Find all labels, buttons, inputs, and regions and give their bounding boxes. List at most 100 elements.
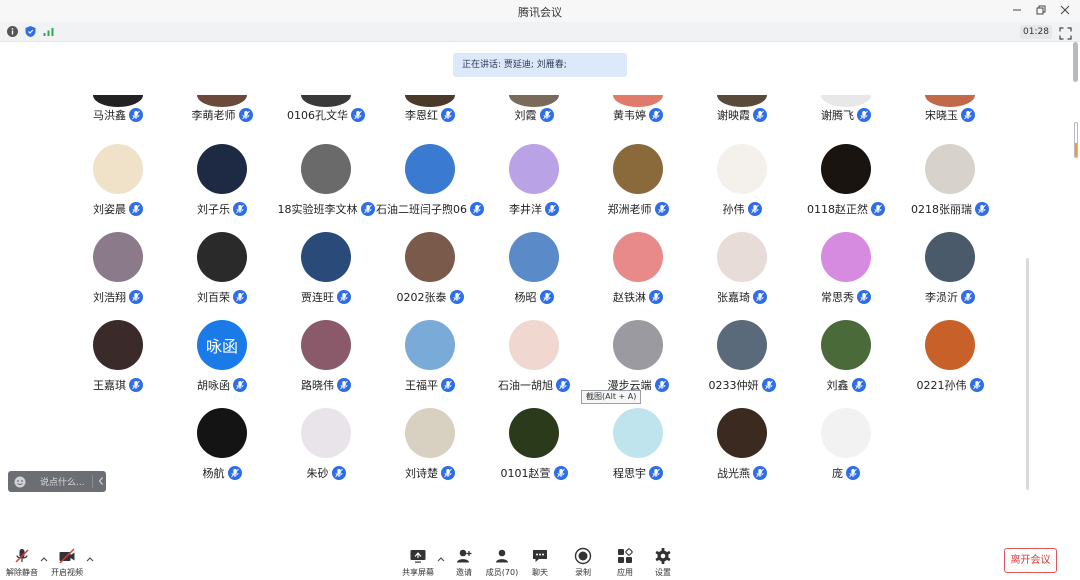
share-screen-button[interactable]: 共享屏幕 (398, 547, 438, 577)
participant-tile[interactable]: 咏函 胡咏函 (170, 320, 274, 406)
participant-name-row: 18实验班李文林 (274, 201, 378, 217)
participant-name: 刘鑫 (826, 379, 849, 392)
chevron-left-icon[interactable] (97, 476, 105, 486)
participant-tile[interactable]: 石油一胡旭 (482, 320, 586, 406)
participant-grid: 马洪鑫 李萌老师 0106孔文华 李恩红 刘霞 黄韦婷 谢映霞 谢腾飞 宋晓玉 刘姿晨 刘子乐 18实… (0, 0, 1080, 580)
participant-name: 胡咏函 (197, 379, 230, 392)
participant-tile[interactable]: 张嘉琦 (690, 232, 794, 318)
participant-tile[interactable]: 0101赵萱 (482, 408, 586, 494)
participant-tile[interactable]: 0218张丽瑞 (898, 144, 1002, 230)
mic-icon (753, 290, 767, 304)
participant-tile[interactable]: 石油二班闫子煦06 (376, 144, 484, 230)
chevron-up-icon[interactable] (86, 556, 94, 562)
participant-name: 常思秀 (821, 291, 854, 304)
apps-button[interactable]: 应用 (605, 547, 645, 577)
avatar (613, 95, 663, 107)
participant-tile[interactable]: 孙伟 (690, 144, 794, 230)
settings-button[interactable]: 设置 (643, 547, 683, 577)
participant-tile[interactable]: 路晓伟 (274, 320, 378, 406)
unmute-label: 解除静音 (6, 568, 38, 577)
participant-name-row: 朱砂 (274, 465, 378, 481)
chat-input[interactable]: 说点什么... (8, 471, 106, 492)
participant-tile[interactable]: 程思宇 (586, 408, 690, 494)
participant-tile[interactable]: 杨昭 (482, 232, 586, 318)
avatar (717, 144, 767, 194)
mic-icon (337, 378, 351, 392)
participant-name-row: 李涢沂 (898, 289, 1002, 305)
unmute-button[interactable]: 解除静音 (2, 547, 42, 577)
participant-name-row: 刘霞 (482, 107, 586, 123)
grid-scrollbar[interactable] (1026, 258, 1029, 490)
video-off-icon (58, 547, 76, 565)
emoji-icon[interactable] (14, 476, 26, 488)
participant-tile[interactable]: 刘百荣 (170, 232, 274, 318)
avatar (405, 144, 455, 194)
mic-icon (961, 290, 975, 304)
start-video-button[interactable]: 开启视频 (47, 547, 87, 577)
participant-name-row: 庞 (794, 465, 898, 481)
avatar (821, 408, 871, 458)
participant-tile[interactable]: 赵铁淋 (586, 232, 690, 318)
participant-name: 0233仲妍 (708, 379, 759, 392)
avatar (717, 320, 767, 370)
participant-tile[interactable]: 刘诗楚 (378, 408, 482, 494)
participant-tile[interactable]: 刘浩翔 (66, 232, 170, 318)
participant-name: 刘子乐 (197, 203, 230, 216)
mic-icon (233, 290, 247, 304)
record-button[interactable]: 录制 (563, 547, 603, 577)
mic-icon (753, 108, 767, 122)
participant-tile[interactable]: 0233仲妍 (690, 320, 794, 406)
members-icon (493, 547, 511, 565)
invite-button[interactable]: 邀请 (444, 547, 484, 577)
avatar (509, 95, 559, 107)
participant-name: 刘霞 (514, 109, 537, 122)
chat-button[interactable]: 聊天 (520, 547, 560, 577)
participant-name: 0118赵正然 (807, 203, 868, 216)
mic-muted-icon (13, 547, 31, 565)
mic-icon (129, 108, 143, 122)
gear-icon (654, 547, 672, 565)
participant-tile[interactable]: 0118赵正然 (794, 144, 898, 230)
participant-tile[interactable]: 战光燕 (690, 408, 794, 494)
participant-name: 刘浩翔 (93, 291, 126, 304)
side-scrollbar[interactable] (1073, 42, 1078, 82)
settings-label: 设置 (655, 568, 671, 577)
avatar (93, 95, 143, 107)
participant-tile[interactable]: 李井洋 (482, 144, 586, 230)
avatar (925, 95, 975, 107)
participant-tile[interactable]: 李涢沂 (898, 232, 1002, 318)
avatar (821, 95, 871, 107)
participant-tile[interactable]: 刘子乐 (170, 144, 274, 230)
participant-name: 郑洲老师 (607, 203, 652, 216)
participant-name-row: 0202张泰 (378, 289, 482, 305)
participant-name-row: 刘百荣 (170, 289, 274, 305)
avatar (301, 408, 351, 458)
avatar (717, 408, 767, 458)
participant-tile[interactable]: 0221孙伟 (898, 320, 1002, 406)
participant-tile[interactable]: 贾连旺 (274, 232, 378, 318)
participant-tile[interactable]: 杨航 (170, 408, 274, 494)
participant-tile[interactable]: 18实验班李文林 (274, 144, 378, 230)
members-button[interactable]: 成员(70) (482, 547, 522, 577)
participant-tile[interactable]: 郑洲老师 (586, 144, 690, 230)
participant-tile[interactable]: 朱砂 (274, 408, 378, 494)
avatar (925, 232, 975, 282)
participant-name-row: 刘浩翔 (66, 289, 170, 305)
participant-name: 杨昭 (514, 291, 537, 304)
leave-meeting-button[interactable]: 离开会议 (1004, 548, 1057, 573)
mic-icon (337, 290, 351, 304)
avatar (405, 95, 455, 107)
participant-tile[interactable]: 刘姿晨 (66, 144, 170, 230)
participant-tile[interactable]: 王福平 (378, 320, 482, 406)
participant-tile[interactable]: 0202张泰 (378, 232, 482, 318)
participant-tile[interactable]: 庞 (794, 408, 898, 494)
participant-tile[interactable]: 常思秀 (794, 232, 898, 318)
avatar (613, 320, 663, 370)
invite-icon (455, 547, 473, 565)
participant-name: 张嘉琦 (717, 291, 750, 304)
participant-name: 李萌老师 (191, 109, 236, 122)
mic-icon (654, 378, 669, 392)
participant-tile[interactable]: 刘鑫 (794, 320, 898, 406)
participant-tile[interactable]: 王嘉琪 (66, 320, 170, 406)
invite-label: 邀请 (456, 568, 472, 577)
